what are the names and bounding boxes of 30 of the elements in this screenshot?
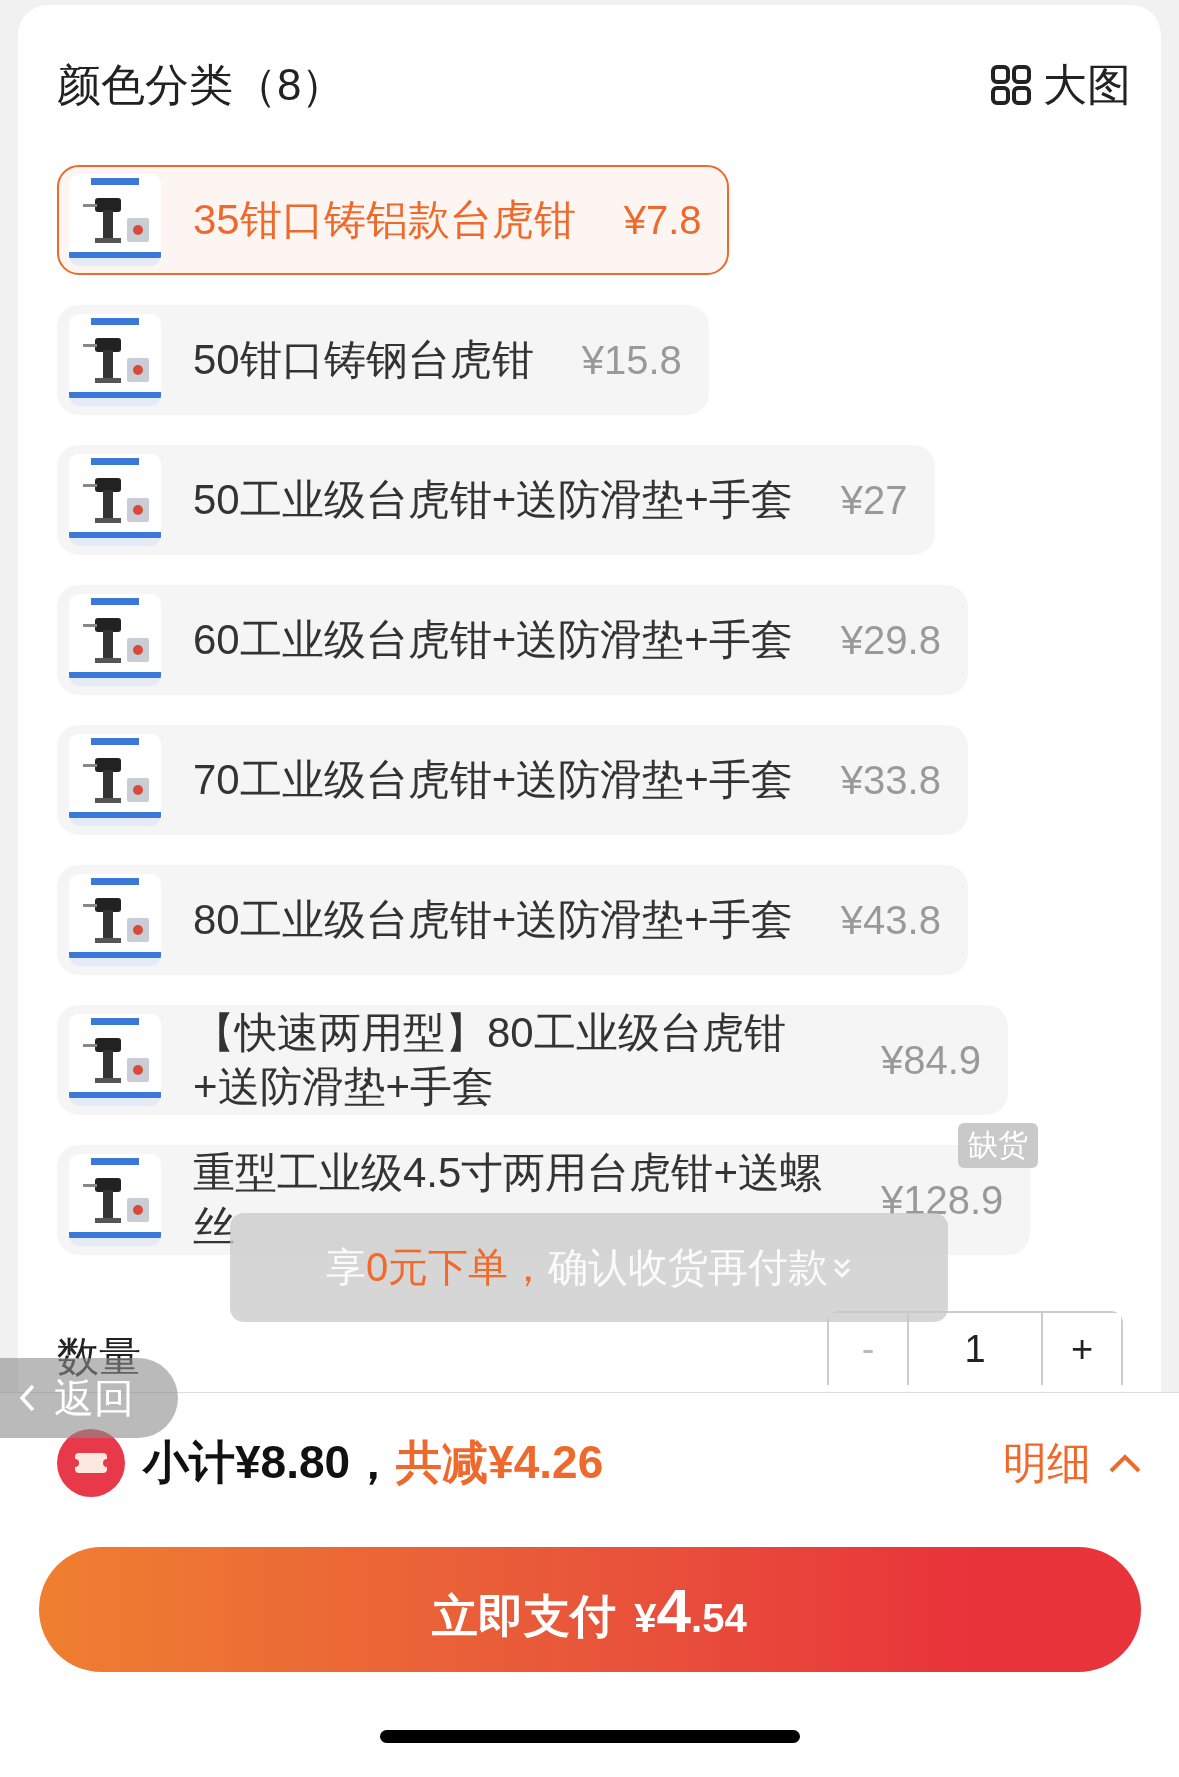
variant-price: ¥84.9 [881, 1037, 982, 1083]
variant-option[interactable]: 50工业级台虎钳+送防滑垫+手套 ¥27 [57, 445, 935, 555]
variant-option[interactable]: 80工业级台虎钳+送防滑垫+手套 ¥43.8 [57, 865, 968, 975]
discount-text: 共减¥4.26 [396, 1435, 604, 1490]
variant-name: 70工业级台虎钳+送防滑垫+手套 [193, 755, 793, 805]
variant-name: 50工业级台虎钳+送防滑垫+手套 [193, 475, 793, 525]
grid-icon [991, 65, 1031, 105]
chevron-down-icon [832, 1256, 853, 1279]
variant-option[interactable]: 70工业级台虎钳+送防滑垫+手套 ¥33.8 [57, 725, 968, 835]
variant-option[interactable]: 【快速两用型】80工业级台虎钳+送防滑垫+手套 ¥84.9 [57, 1005, 1009, 1115]
coupon-icon [57, 1429, 125, 1497]
variant-price: ¥33.8 [840, 757, 941, 803]
variant-price: ¥15.8 [581, 337, 682, 383]
variant-price: ¥128.9 [881, 1177, 1004, 1223]
pay-now-button[interactable]: 立即支付 ¥4.54 [38, 1547, 1141, 1672]
variant-price: ¥27 [840, 477, 908, 523]
variant-price: ¥43.8 [840, 897, 941, 943]
variant-name: 60工业级台虎钳+送防滑垫+手套 [193, 615, 793, 665]
variant-name: 50钳口铸钢台虎钳 [193, 335, 534, 385]
chevron-up-icon [1109, 1453, 1141, 1473]
large-view-toggle[interactable]: 大图 [991, 55, 1131, 115]
variant-name: 【快速两用型】80工业级台虎钳+送防滑垫+手套 [193, 1008, 787, 1112]
variant-price: ¥7.8 [623, 197, 702, 243]
variant-name: 35钳口铸铝款台虎钳 [193, 195, 576, 245]
variant-option[interactable]: 50钳口铸钢台虎钳 ¥15.8 [57, 305, 709, 415]
variant-name: 80工业级台虎钳+送防滑垫+手套 [193, 895, 793, 945]
section-title: 颜色分类（8） [57, 58, 346, 111]
subtotal-text: 小计¥8.80， [143, 1435, 397, 1490]
variant-option[interactable]: 60工业级台虎钳+送防滑垫+手套 ¥29.8 [57, 585, 968, 695]
variant-price: ¥29.8 [840, 617, 941, 663]
